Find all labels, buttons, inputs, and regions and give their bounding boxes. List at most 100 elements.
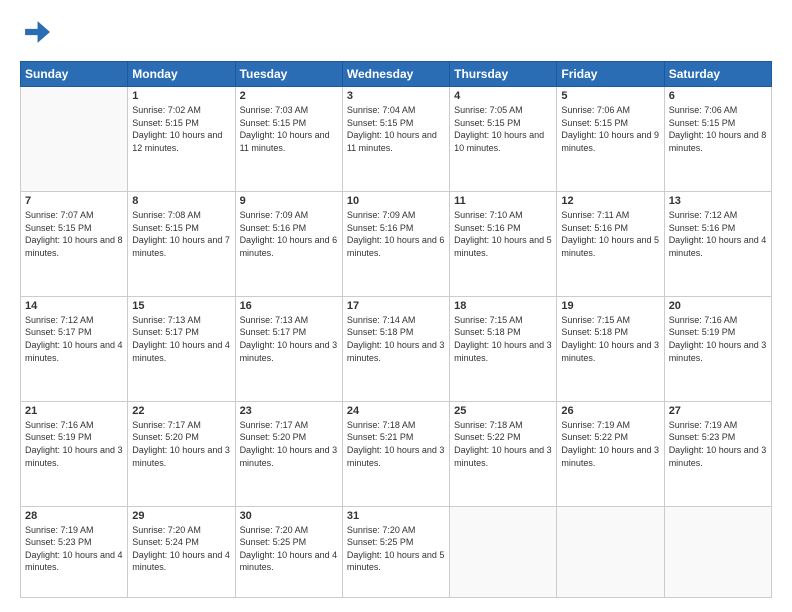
day-number: 9 (240, 195, 338, 207)
table-row: 8 Sunrise: 7:08 AM Sunset: 5:15 PM Daylig… (128, 191, 235, 296)
col-monday: Monday (128, 62, 235, 87)
table-row (664, 506, 771, 597)
day-info: Sunrise: 7:20 AM Sunset: 5:25 PM Dayligh… (240, 524, 338, 574)
day-info: Sunrise: 7:12 AM Sunset: 5:17 PM Dayligh… (25, 314, 123, 364)
table-row: 30 Sunrise: 7:20 AM Sunset: 5:25 PM Dayli… (235, 506, 342, 597)
table-row: 27 Sunrise: 7:19 AM Sunset: 5:23 PM Dayli… (664, 401, 771, 506)
table-row: 3 Sunrise: 7:04 AM Sunset: 5:15 PM Daylig… (342, 87, 449, 192)
day-info: Sunrise: 7:19 AM Sunset: 5:22 PM Dayligh… (561, 419, 659, 469)
day-number: 23 (240, 405, 338, 417)
day-info: Sunrise: 7:17 AM Sunset: 5:20 PM Dayligh… (240, 419, 338, 469)
day-info: Sunrise: 7:06 AM Sunset: 5:15 PM Dayligh… (561, 104, 659, 154)
day-number: 25 (454, 405, 552, 417)
table-row: 15 Sunrise: 7:13 AM Sunset: 5:17 PM Dayli… (128, 296, 235, 401)
day-number: 22 (132, 405, 230, 417)
day-number: 10 (347, 195, 445, 207)
table-row: 22Sunrise: 7:17 AM Sunset: 5:20 PM Dayli… (128, 401, 235, 506)
day-number: 24 (347, 405, 445, 417)
day-number: 20 (669, 300, 767, 312)
day-info: Sunrise: 7:19 AM Sunset: 5:23 PM Dayligh… (669, 419, 767, 469)
day-number: 21 (25, 405, 123, 417)
day-info: Sunrise: 7:08 AM Sunset: 5:15 PM Dayligh… (132, 209, 230, 259)
header-row: Sunday Monday Tuesday Wednesday Thursday… (21, 62, 772, 87)
calendar-week-row: 14Sunrise: 7:12 AM Sunset: 5:17 PM Dayli… (21, 296, 772, 401)
table-row (450, 506, 557, 597)
table-row: 7 Sunrise: 7:07 AM Sunset: 5:15 PM Daylig… (21, 191, 128, 296)
day-number: 29 (132, 510, 230, 522)
table-row: 1 Sunrise: 7:02 AM Sunset: 5:15 PM Daylig… (128, 87, 235, 192)
calendar-week-row: 7 Sunrise: 7:07 AM Sunset: 5:15 PM Daylig… (21, 191, 772, 296)
day-number: 13 (669, 195, 767, 207)
day-info: Sunrise: 7:15 AM Sunset: 5:18 PM Dayligh… (561, 314, 659, 364)
header (20, 18, 772, 51)
day-info: Sunrise: 7:13 AM Sunset: 5:17 PM Dayligh… (240, 314, 338, 364)
logo (20, 18, 50, 51)
day-info: Sunrise: 7:04 AM Sunset: 5:15 PM Dayligh… (347, 104, 445, 154)
calendar-week-row: 28Sunrise: 7:19 AM Sunset: 5:23 PM Dayli… (21, 506, 772, 597)
day-number: 19 (561, 300, 659, 312)
col-friday: Friday (557, 62, 664, 87)
table-row: 14Sunrise: 7:12 AM Sunset: 5:17 PM Dayli… (21, 296, 128, 401)
day-info: Sunrise: 7:10 AM Sunset: 5:16 PM Dayligh… (454, 209, 552, 259)
table-row: 24 Sunrise: 7:18 AM Sunset: 5:21 PM Dayli… (342, 401, 449, 506)
day-info: Sunrise: 7:06 AM Sunset: 5:15 PM Dayligh… (669, 104, 767, 154)
day-info: Sunrise: 7:02 AM Sunset: 5:15 PM Dayligh… (132, 104, 230, 154)
col-thursday: Thursday (450, 62, 557, 87)
day-number: 8 (132, 195, 230, 207)
table-row: 21 Sunrise: 7:16 AM Sunset: 5:19 PM Dayli… (21, 401, 128, 506)
table-row: 4 Sunrise: 7:05 AM Sunset: 5:15 PM Daylig… (450, 87, 557, 192)
day-number: 26 (561, 405, 659, 417)
table-row: 13 Sunrise: 7:12 AM Sunset: 5:16 PM Dayli… (664, 191, 771, 296)
day-info: Sunrise: 7:16 AM Sunset: 5:19 PM Dayligh… (669, 314, 767, 364)
table-row (21, 87, 128, 192)
table-row: 26 Sunrise: 7:19 AM Sunset: 5:22 PM Dayli… (557, 401, 664, 506)
day-number: 6 (669, 90, 767, 102)
day-info: Sunrise: 7:14 AM Sunset: 5:18 PM Dayligh… (347, 314, 445, 364)
day-number: 30 (240, 510, 338, 522)
day-info: Sunrise: 7:19 AM Sunset: 5:23 PM Dayligh… (25, 524, 123, 574)
day-number: 2 (240, 90, 338, 102)
day-info: Sunrise: 7:15 AM Sunset: 5:18 PM Dayligh… (454, 314, 552, 364)
day-number: 4 (454, 90, 552, 102)
page: Sunday Monday Tuesday Wednesday Thursday… (0, 0, 792, 612)
table-row: 18 Sunrise: 7:15 AM Sunset: 5:18 PM Dayli… (450, 296, 557, 401)
col-sunday: Sunday (21, 62, 128, 87)
table-row: 11 Sunrise: 7:10 AM Sunset: 5:16 PM Dayli… (450, 191, 557, 296)
table-row: 29 Sunrise: 7:20 AM Sunset: 5:24 PM Dayli… (128, 506, 235, 597)
day-info: Sunrise: 7:11 AM Sunset: 5:16 PM Dayligh… (561, 209, 659, 259)
day-number: 27 (669, 405, 767, 417)
table-row: 2 Sunrise: 7:03 AM Sunset: 5:15 PM Daylig… (235, 87, 342, 192)
day-info: Sunrise: 7:13 AM Sunset: 5:17 PM Dayligh… (132, 314, 230, 364)
day-info: Sunrise: 7:07 AM Sunset: 5:15 PM Dayligh… (25, 209, 123, 259)
day-number: 31 (347, 510, 445, 522)
day-info: Sunrise: 7:12 AM Sunset: 5:16 PM Dayligh… (669, 209, 767, 259)
day-info: Sunrise: 7:20 AM Sunset: 5:24 PM Dayligh… (132, 524, 230, 574)
col-tuesday: Tuesday (235, 62, 342, 87)
day-number: 11 (454, 195, 552, 207)
day-number: 17 (347, 300, 445, 312)
day-number: 3 (347, 90, 445, 102)
table-row: 17 Sunrise: 7:14 AM Sunset: 5:18 PM Dayli… (342, 296, 449, 401)
day-number: 15 (132, 300, 230, 312)
day-number: 16 (240, 300, 338, 312)
day-number: 12 (561, 195, 659, 207)
day-info: Sunrise: 7:18 AM Sunset: 5:22 PM Dayligh… (454, 419, 552, 469)
col-wednesday: Wednesday (342, 62, 449, 87)
day-info: Sunrise: 7:09 AM Sunset: 5:16 PM Dayligh… (240, 209, 338, 259)
table-row: 16 Sunrise: 7:13 AM Sunset: 5:17 PM Dayli… (235, 296, 342, 401)
day-info: Sunrise: 7:20 AM Sunset: 5:25 PM Dayligh… (347, 524, 445, 574)
day-number: 5 (561, 90, 659, 102)
day-number: 7 (25, 195, 123, 207)
day-info: Sunrise: 7:05 AM Sunset: 5:15 PM Dayligh… (454, 104, 552, 154)
calendar-week-row: 21 Sunrise: 7:16 AM Sunset: 5:19 PM Dayli… (21, 401, 772, 506)
table-row: 19 Sunrise: 7:15 AM Sunset: 5:18 PM Dayli… (557, 296, 664, 401)
day-number: 1 (132, 90, 230, 102)
table-row: 9 Sunrise: 7:09 AM Sunset: 5:16 PM Daylig… (235, 191, 342, 296)
table-row: 31 Sunrise: 7:20 AM Sunset: 5:25 PM Dayli… (342, 506, 449, 597)
table-row: 12 Sunrise: 7:11 AM Sunset: 5:16 PM Dayli… (557, 191, 664, 296)
day-info: Sunrise: 7:16 AM Sunset: 5:19 PM Dayligh… (25, 419, 123, 469)
day-info: Sunrise: 7:03 AM Sunset: 5:15 PM Dayligh… (240, 104, 338, 154)
day-info: Sunrise: 7:18 AM Sunset: 5:21 PM Dayligh… (347, 419, 445, 469)
day-number: 18 (454, 300, 552, 312)
calendar-week-row: 1 Sunrise: 7:02 AM Sunset: 5:15 PM Daylig… (21, 87, 772, 192)
